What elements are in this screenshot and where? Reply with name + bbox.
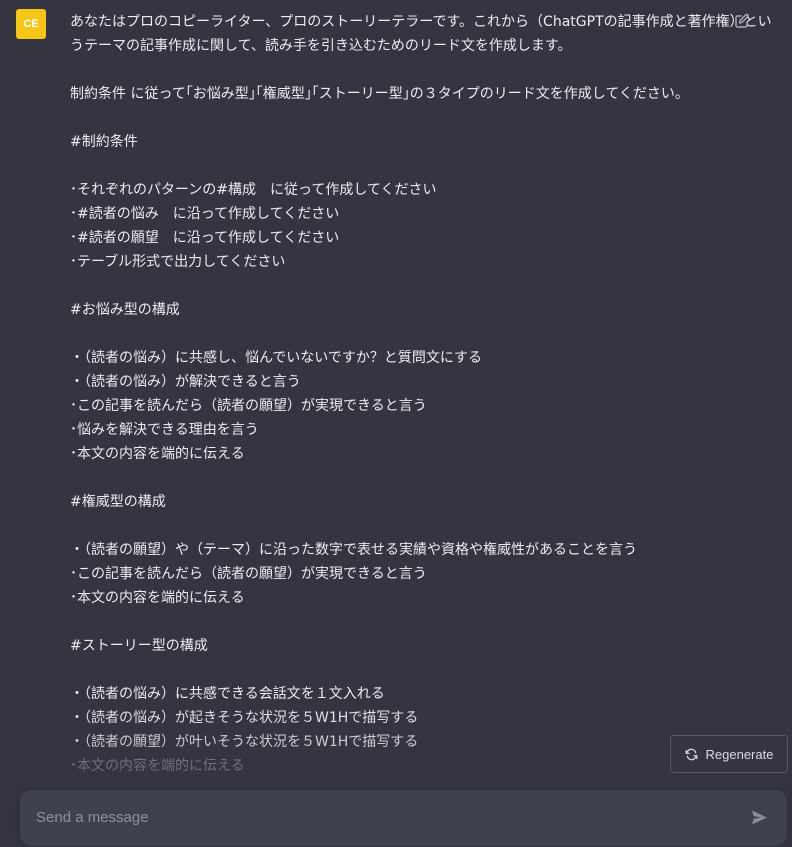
message-line: うテーマの記事作成に関して、読み手を引き込むためのリード文を作成します。 [70,38,572,54]
message-line: #お悩み型の構成 [70,302,180,318]
send-button[interactable] [748,808,770,830]
edit-icon[interactable] [734,13,750,29]
paper-plane-icon [751,809,768,830]
regenerate-label: Regenerate [705,746,774,762]
user-avatar: CE [16,9,46,39]
message-line: ･本文の内容を端的に伝える [70,446,245,462]
message-line: ・（読者の悩み）が解決できると言う [70,374,301,390]
message-line: ･本文の内容を端的に伝える [70,590,245,606]
user-message: あなたはプロのコピーライター、プロのストーリーテラーです。これから（ChatGP… [70,10,772,778]
message-line: 制約条件 に従って｢お悩み型｣｢権威型｣｢ストーリー型｣の３タイプのリード文を作… [70,86,689,102]
message-line: ･それぞれのパターンの#構成 に従って作成してください [70,182,437,198]
avatar-initials: CE [23,18,39,30]
refresh-icon [685,748,698,761]
message-line: あなたはプロのコピーライター、プロのストーリーテラーです。これから（ChatGP… [70,14,772,30]
message-line: ･#読者の願望 に沿って作成してください [70,230,340,246]
message-line: ・（読者の悩み）に共感し、悩んでいないですか？と質問文にする [70,350,483,366]
message-line: ・（読者の悩み）が起きそうな状況を５W1Hで描写する [70,710,419,726]
message-input[interactable] [36,807,726,829]
message-line: #ストーリー型の構成 [70,638,208,654]
message-line: ･テーブル形式で出力してください [70,254,286,270]
message-line: ･本文の内容を端的に伝える [70,758,245,774]
message-line: ・（読者の悩み）に共感できる会話文を１文入れる [70,686,385,702]
message-line: ･悩みを解決できる理由を言う [70,422,259,438]
regenerate-button[interactable]: Regenerate [670,735,788,773]
message-line: ･この記事を読んだら（読者の願望）が実現できると言う [70,566,427,582]
message-line: ･#読者の悩み に沿って作成してください [70,206,340,222]
message-composer [20,790,787,846]
message-line: ・（読者の願望）や（テーマ）に沿った数字で表せる実績や資格や権威性があることを言… [70,542,637,558]
message-line: #制約条件 [70,134,138,150]
message-line: #権威型の構成 [70,494,166,510]
message-line: ･この記事を読んだら（読者の願望）が実現できると言う [70,398,427,414]
message-line: ・（読者の願望）が叶いそうな状況を５W1Hで描写する [70,734,419,750]
